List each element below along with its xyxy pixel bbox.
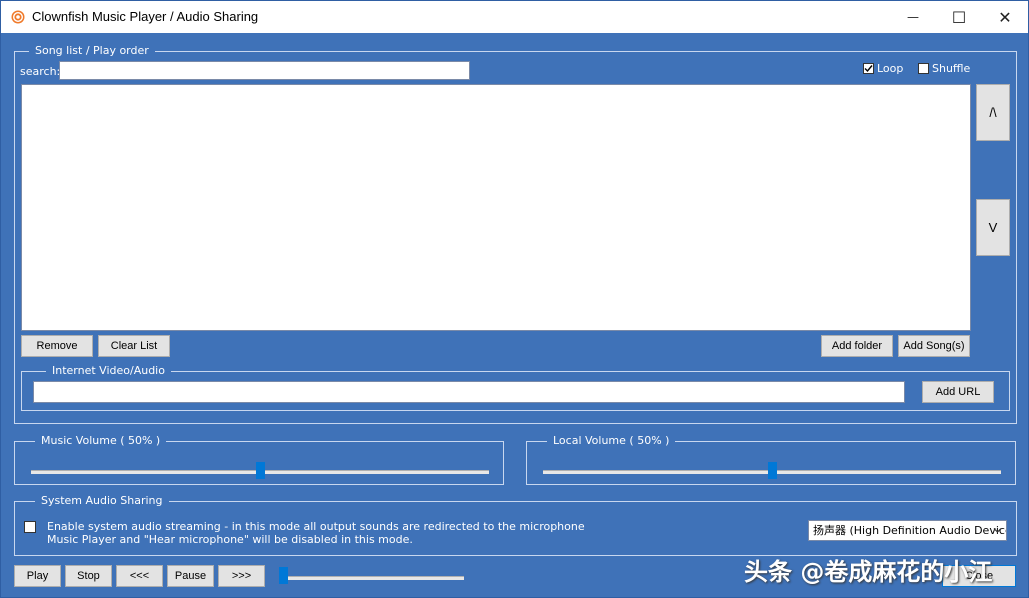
music-volume-thumb[interactable] — [256, 462, 265, 479]
shuffle-checkbox[interactable] — [918, 63, 929, 74]
shuffle-label: Shuffle — [932, 62, 971, 75]
main-content: Song list / Play order search: Loop Shuf… — [1, 33, 1028, 597]
song-list-legend: Song list / Play order — [29, 44, 155, 58]
local-volume-legend: Local Volume ( 50% ) — [547, 434, 676, 448]
app-window: Clownfish Music Player / Audio Sharing —… — [0, 0, 1029, 598]
internet-legend: Internet Video/Audio — [46, 364, 171, 378]
output-device-select[interactable]: 扬声器 (High Definition Audio Device — [808, 520, 1007, 541]
url-input[interactable] — [33, 381, 905, 403]
loop-checkbox[interactable] — [863, 63, 874, 74]
title-bar[interactable]: Clownfish Music Player / Audio Sharing —… — [1, 1, 1028, 33]
remove-button[interactable]: Remove — [21, 335, 93, 357]
play-button[interactable]: Play — [14, 565, 61, 587]
clear-list-button[interactable]: Clear List — [98, 335, 170, 357]
checkmark-icon — [864, 65, 873, 73]
clownfish-logo-icon — [11, 10, 25, 24]
audio-sharing-legend: System Audio Sharing — [35, 494, 169, 508]
maximize-icon: ☐ — [951, 7, 967, 27]
next-button[interactable]: >>> — [218, 565, 265, 587]
enable-streaming-checkbox[interactable] — [24, 521, 36, 533]
loop-label: Loop — [877, 62, 904, 75]
minimize-button[interactable]: — — [890, 1, 936, 33]
close-icon: ✕ — [998, 7, 1012, 27]
add-url-button[interactable]: Add URL — [922, 381, 994, 403]
seek-thumb[interactable] — [279, 567, 288, 584]
move-down-button[interactable]: V — [976, 199, 1010, 256]
chevron-down-icon — [993, 528, 1002, 533]
streaming-description-line2: Music Player and "Hear microphone" will … — [47, 533, 413, 546]
add-songs-button[interactable]: Add Song(s) — [898, 335, 970, 357]
pause-button[interactable]: Pause — [167, 565, 214, 587]
song-list[interactable] — [21, 84, 971, 331]
add-folder-button[interactable]: Add folder — [821, 335, 893, 357]
search-label: search: — [20, 65, 61, 78]
stop-button[interactable]: Stop — [65, 565, 112, 587]
minimize-icon: — — [907, 10, 919, 24]
maximize-button[interactable]: ☐ — [936, 1, 982, 33]
seek-track[interactable] — [283, 576, 464, 580]
search-input[interactable] — [59, 61, 470, 80]
output-device-value: 扬声器 (High Definition Audio Device — [813, 524, 1007, 537]
previous-button[interactable]: <<< — [116, 565, 163, 587]
move-up-button[interactable]: /\ — [976, 84, 1010, 141]
local-volume-thumb[interactable] — [768, 462, 777, 479]
close-window-button[interactable]: ✕ — [982, 1, 1028, 33]
streaming-description-line1: Enable system audio streaming - in this … — [47, 520, 585, 533]
window-title: Clownfish Music Player / Audio Sharing — [32, 9, 259, 24]
music-volume-legend: Music Volume ( 50% ) — [35, 434, 167, 448]
watermark-text: 头条 @卷成麻花的小江 — [744, 558, 993, 586]
